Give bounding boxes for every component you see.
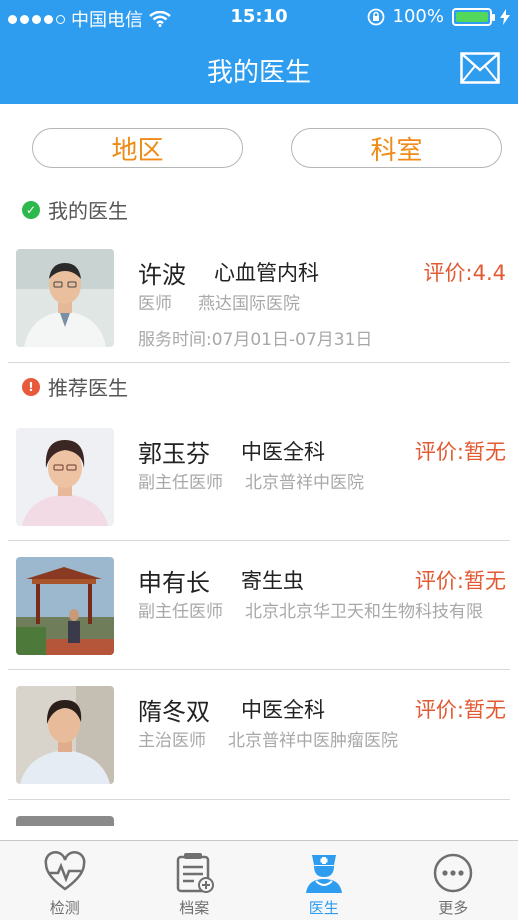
doctor-avatar-partial <box>16 816 114 826</box>
doctor-department: 心血管内科 <box>214 261 319 285</box>
doctor-department: 中医全科 <box>241 440 325 464</box>
more-icon <box>434 853 473 893</box>
doctor-rating: 评价:4.4 <box>423 261 506 285</box>
top-bar: 中国电信 15:10 100% 我的医生 <box>0 0 518 104</box>
charging-icon <box>500 8 510 25</box>
check-circle-icon: ✓ <box>22 200 40 219</box>
tab-more[interactable]: 更多 <box>389 841 518 920</box>
my-doctors-label: 我的医生 <box>48 199 128 223</box>
tab-label: 档案 <box>179 899 210 917</box>
doctor-meta: 主治医师 北京普祥中医肿瘤医院 <box>138 726 398 751</box>
doctor-title: 副主任医师 <box>138 602 223 622</box>
doctor-name: 许波 <box>138 261 186 289</box>
doctor-card[interactable]: 申有长 寄生虫 评价:暂无 副主任医师 北京北京华卫天和生物科技有限 <box>0 557 518 677</box>
doctor-name: 申有长 <box>138 569 210 597</box>
heart-pulse-icon <box>44 851 86 891</box>
divider <box>8 669 510 670</box>
battery-icon <box>452 7 495 26</box>
divider <box>8 362 510 363</box>
page-title: 我的医生 <box>206 58 311 88</box>
nurse-icon <box>305 855 342 893</box>
doctor-meta: 副主任医师 北京北京华卫天和生物科技有限 <box>138 597 483 622</box>
tab-label: 更多 <box>438 899 469 917</box>
doctor-department: 中医全科 <box>241 698 325 722</box>
doctor-hospital: 北京普祥中医院 <box>245 473 364 493</box>
doctor-card[interactable]: 郭玉芬 中医全科 评价:暂无 副主任医师 北京普祥中医院 <box>0 428 518 548</box>
divider <box>8 540 510 541</box>
my-doctors-heading: ✓ 我的医生 <box>22 195 128 224</box>
tab-label: 检测 <box>49 899 80 917</box>
doctor-name: 郭玉芬 <box>138 440 210 468</box>
filter-bar: 地区 科室 <box>0 128 518 168</box>
battery-percent: 100% <box>392 6 444 27</box>
mail-icon[interactable] <box>460 52 500 84</box>
doctor-rating: 评价:暂无 <box>414 698 506 722</box>
status-bar: 中国电信 15:10 100% <box>0 0 518 34</box>
rotation-lock-icon <box>367 8 384 25</box>
doctor-card[interactable]: 许波 心血管内科 评价:4.4 医师 燕达国际医院 服务时间:07月01日-07月… <box>0 249 518 369</box>
tab-records[interactable]: 档案 <box>130 841 260 920</box>
doctor-title: 医师 <box>138 294 172 314</box>
doctor-rating: 评价:暂无 <box>414 569 506 593</box>
tab-bar: 检测 档案 医生 更多 <box>0 840 518 920</box>
doctor-title: 主治医师 <box>138 731 206 751</box>
doctor-meta: 医师 燕达国际医院 <box>138 289 300 314</box>
clipboard-icon <box>177 853 215 893</box>
doctor-title: 副主任医师 <box>138 473 223 493</box>
divider <box>8 799 510 800</box>
doctor-hospital: 北京普祥中医肿瘤医院 <box>228 731 398 751</box>
doctor-hospital: 燕达国际医院 <box>198 294 300 314</box>
recommended-label: 推荐医生 <box>48 376 128 400</box>
recommended-heading: ! 推荐医生 <box>22 372 128 401</box>
tab-detect[interactable]: 检测 <box>0 841 130 920</box>
doctor-hospital: 北京北京华卫天和生物科技有限 <box>245 602 483 622</box>
service-period: 服务时间:07月01日-07月31日 <box>138 330 373 350</box>
doctor-department: 寄生虫 <box>241 569 304 593</box>
doctor-card[interactable]: 隋冬双 中医全科 评价:暂无 主治医师 北京普祥中医肿瘤医院 <box>0 686 518 806</box>
doctor-rating: 评价:暂无 <box>414 440 506 464</box>
doctor-avatar <box>16 686 114 784</box>
tab-doctor[interactable]: 医生 <box>259 841 389 920</box>
doctor-name: 隋冬双 <box>138 698 210 726</box>
doctor-avatar <box>16 249 114 347</box>
region-filter-button[interactable]: 地区 <box>32 128 243 168</box>
lightbulb-icon: ! <box>22 377 40 396</box>
doctor-meta: 副主任医师 北京普祥中医院 <box>138 468 364 493</box>
doctor-avatar <box>16 428 114 526</box>
doctor-avatar <box>16 557 114 655</box>
department-filter-button[interactable]: 科室 <box>291 128 502 168</box>
tab-label: 医生 <box>308 899 339 917</box>
